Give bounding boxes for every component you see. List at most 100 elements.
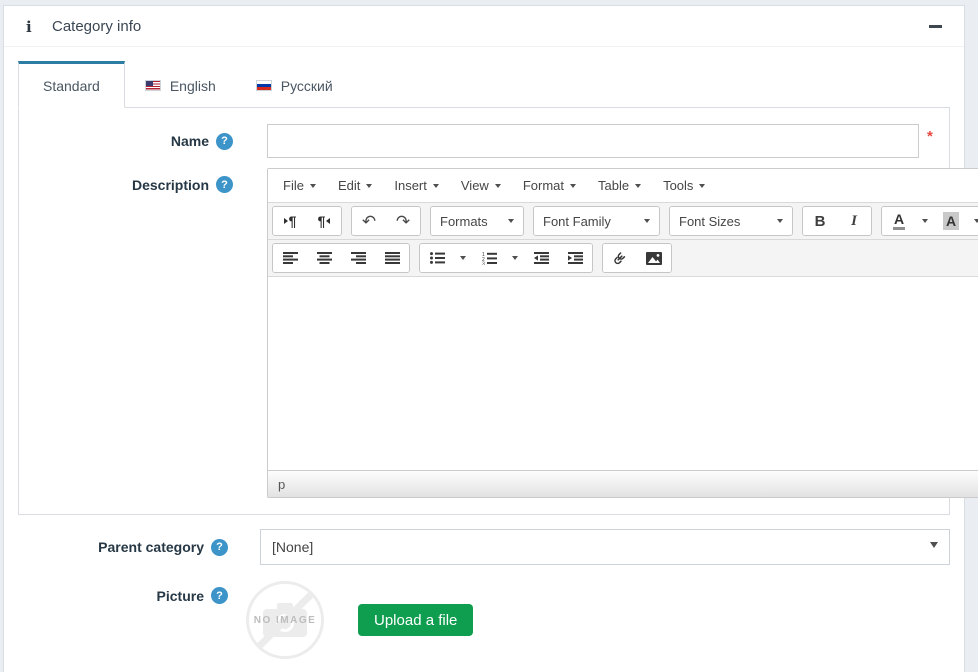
menu-tools[interactable]: Tools xyxy=(652,172,716,199)
undo-redo-group: ↶ ↷ xyxy=(351,206,421,236)
element-path[interactable]: p xyxy=(278,477,285,492)
redo-icon: ↷ xyxy=(396,213,410,230)
chevron-down-icon xyxy=(570,184,576,188)
numbered-list-caret-button[interactable] xyxy=(506,244,524,272)
list-indent-group: 123 xyxy=(419,243,593,273)
menu-edit[interactable]: Edit xyxy=(327,172,383,199)
tab-standard-label: Standard xyxy=(43,78,100,94)
language-tab-bar: Standard English Русский xyxy=(18,61,950,108)
italic-button[interactable]: I xyxy=(837,207,871,235)
no-image-placeholder: NO IMAGE xyxy=(246,581,324,659)
font-sizes-group: Font Sizes xyxy=(669,206,793,236)
text-color-icon: A xyxy=(893,212,905,230)
bullet-list-button[interactable] xyxy=(420,244,454,272)
background-color-button[interactable]: A xyxy=(934,207,968,235)
tab-russian-label: Русский xyxy=(281,78,333,94)
outdent-button[interactable] xyxy=(524,244,558,272)
name-label-group: Name ? xyxy=(33,133,233,150)
formats-group: Formats xyxy=(430,206,524,236)
background-color-icon: A xyxy=(943,212,959,230)
chevron-down-icon xyxy=(635,184,641,188)
name-help-icon[interactable]: ? xyxy=(216,133,233,150)
font-sizes-dropdown[interactable]: Font Sizes xyxy=(670,207,792,235)
align-center-button[interactable] xyxy=(307,244,341,272)
chevron-down-icon xyxy=(922,219,928,223)
info-icon: i xyxy=(26,18,36,36)
undo-icon: ↶ xyxy=(362,213,376,230)
chevron-down-icon xyxy=(366,184,372,188)
ltr-icon: ¶ xyxy=(284,213,297,229)
rtl-icon: ¶ xyxy=(318,213,331,229)
minus-icon xyxy=(929,25,942,28)
insert-link-button[interactable] xyxy=(603,244,637,272)
background-color-caret-button[interactable] xyxy=(968,207,978,235)
formats-dropdown[interactable]: Formats xyxy=(431,207,523,235)
name-field-row: Name ? * xyxy=(33,124,935,158)
menu-file[interactable]: File xyxy=(272,172,327,199)
description-control: File Edit Insert View Format Table Tools xyxy=(267,168,978,498)
tab-standard[interactable]: Standard xyxy=(18,61,125,108)
insert-image-button[interactable] xyxy=(637,244,671,272)
tab-english-label: English xyxy=(170,78,216,94)
bullet-list-caret-button[interactable] xyxy=(454,244,472,272)
link-image-group xyxy=(602,243,672,273)
description-help-icon[interactable]: ? xyxy=(216,176,233,193)
font-family-dropdown[interactable]: Font Family xyxy=(534,207,659,235)
align-right-button[interactable] xyxy=(341,244,375,272)
outdent-icon xyxy=(534,252,549,264)
svg-text:3: 3 xyxy=(482,261,485,265)
align-left-icon xyxy=(283,252,298,264)
tab-english[interactable]: English xyxy=(125,64,236,107)
parent-category-select[interactable]: [None] xyxy=(260,529,950,565)
parent-category-select-wrap: [None] xyxy=(260,529,950,565)
undo-button[interactable]: ↶ xyxy=(352,207,386,235)
bold-button[interactable]: B xyxy=(803,207,837,235)
numbered-list-button[interactable]: 123 xyxy=(472,244,506,272)
align-center-icon xyxy=(317,252,332,264)
description-field-row: Description ? File Edit Insert View Form… xyxy=(33,168,935,498)
toolbar-row-1: ¶ ¶ ↶ ↷ xyxy=(268,202,978,239)
panel-title: Category info xyxy=(52,18,141,35)
parent-category-help-icon[interactable]: ? xyxy=(211,539,228,556)
chevron-down-icon xyxy=(777,219,783,223)
rtl-button[interactable]: ¶ xyxy=(307,207,341,235)
justify-button[interactable] xyxy=(375,244,409,272)
align-group xyxy=(272,243,410,273)
parent-category-label-group: Parent category ? xyxy=(18,539,228,556)
no-image-text: NO IMAGE xyxy=(254,615,317,626)
category-info-panel: i Category info Standard English Русский xyxy=(3,5,965,672)
description-label: Description xyxy=(132,177,209,193)
standard-tab-pane: Name ? * Description ? File xyxy=(18,108,950,515)
chevron-down-icon xyxy=(644,219,650,223)
required-asterisk: * xyxy=(927,128,935,145)
menu-view[interactable]: View xyxy=(450,172,512,199)
menu-format[interactable]: Format xyxy=(512,172,587,199)
name-label: Name xyxy=(171,133,209,149)
justify-icon xyxy=(385,252,400,264)
color-group: A A xyxy=(881,206,978,236)
name-input[interactable] xyxy=(267,124,919,158)
text-color-button[interactable]: A xyxy=(882,207,916,235)
indent-button[interactable] xyxy=(558,244,592,272)
align-right-icon xyxy=(351,252,366,264)
menu-table[interactable]: Table xyxy=(587,172,652,199)
chevron-down-icon xyxy=(508,219,514,223)
align-left-button[interactable] xyxy=(273,244,307,272)
us-flag-icon xyxy=(145,80,161,91)
picture-control: NO IMAGE Upload a file xyxy=(246,581,950,659)
ltr-button[interactable]: ¶ xyxy=(273,207,307,235)
panel-body: Standard English Русский Name ? * xyxy=(4,47,964,672)
toolbar-row-2: 123 xyxy=(268,239,978,277)
tab-russian[interactable]: Русский xyxy=(236,64,353,107)
font-family-group: Font Family xyxy=(533,206,660,236)
editor-content-area[interactable] xyxy=(268,277,978,470)
picture-help-icon[interactable]: ? xyxy=(211,587,228,604)
chevron-down-icon xyxy=(433,184,439,188)
menu-insert[interactable]: Insert xyxy=(383,172,450,199)
redo-button[interactable]: ↷ xyxy=(386,207,420,235)
text-color-caret-button[interactable] xyxy=(916,207,934,235)
image-icon xyxy=(646,252,662,265)
upload-file-button[interactable]: Upload a file xyxy=(358,604,473,636)
collapse-button[interactable] xyxy=(926,20,944,34)
picture-label-group: Picture ? xyxy=(18,581,228,604)
